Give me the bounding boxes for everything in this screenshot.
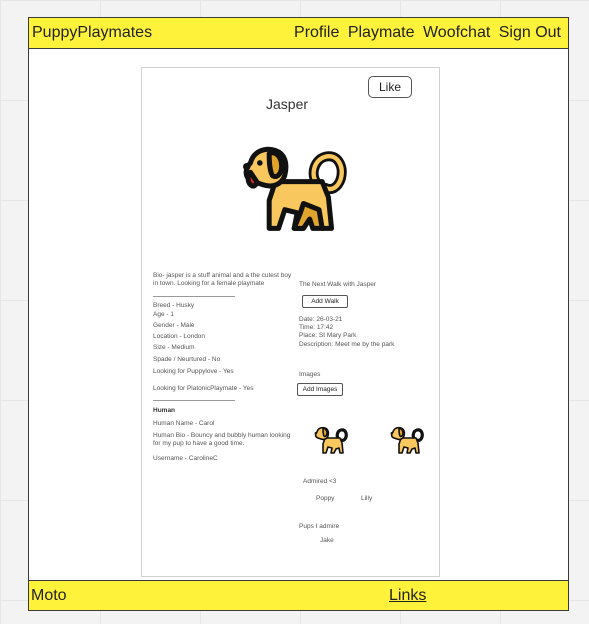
walk-time: Time: 17:42 — [299, 324, 334, 331]
admired-title: Admired <3 — [303, 478, 337, 485]
admired-lilly[interactable]: Lilly — [361, 495, 372, 503]
app-frame: PuppyPlaymates Profile Playmate Woofchat… — [28, 17, 569, 611]
profile-card: Like Jasper Bio- jasper is a stuff anima… — [141, 67, 440, 577]
looking-platonic: Looking for PlatonicPlaymate - Yes — [153, 385, 254, 392]
brand-logo[interactable]: PuppyPlaymates — [32, 24, 152, 42]
looking-puppylove: Looking for Puppylove - Yes — [153, 368, 234, 375]
footer-links[interactable]: Links — [389, 587, 426, 605]
walk-description: Description: Meet me by the park — [299, 341, 395, 348]
nav-sign-out[interactable]: Sign Out — [499, 24, 561, 41]
divider — [153, 296, 235, 297]
nav-profile[interactable]: Profile — [294, 24, 339, 41]
footer-bar: Moto Links — [29, 580, 568, 610]
admired-poppy[interactable]: Poppy — [316, 495, 334, 503]
detail-breed: Breed - Husky — [153, 302, 195, 309]
walk-title: The Next Walk with Jasper — [299, 281, 377, 288]
detail-location: Location - London — [153, 333, 206, 340]
add-walk-button[interactable]: Add Walk — [302, 295, 348, 308]
admire-jake[interactable]: Jake — [320, 537, 334, 545]
images-title: Images — [299, 371, 321, 378]
pups-i-admire-title: Pups I admire — [299, 523, 340, 530]
add-images-button[interactable]: Add Images — [297, 383, 343, 396]
dog-icon[interactable] — [312, 424, 348, 458]
walk-date: Date: 26-03-21 — [299, 316, 343, 323]
dog-name: Jasper — [266, 96, 309, 112]
header-bar: PuppyPlaymates Profile Playmate Woofchat… — [29, 18, 568, 49]
detail-gender: Gender - Male — [153, 322, 195, 329]
divider — [153, 400, 235, 401]
detail-age: Age - 1 — [153, 311, 174, 318]
dog-bio: Bio- jasper is a stuff animal and a the … — [153, 272, 292, 287]
dog-icon — [242, 146, 347, 231]
human-username: Username - CarolineC — [153, 455, 218, 462]
human-heading: Human — [153, 407, 176, 414]
dog-icon[interactable] — [388, 424, 424, 458]
main-nav: Profile Playmate Woofchat Sign Out — [290, 24, 561, 42]
human-bio: Human Bio - Bouncy and bubbly human look… — [153, 432, 291, 447]
walk-place: Place: St Mary Park — [299, 332, 357, 339]
detail-size: Size - Medium — [153, 344, 195, 351]
footer-moto: Moto — [31, 587, 67, 604]
detail-spayed: Spade / Neurtured - No — [153, 356, 221, 363]
nav-woofchat[interactable]: Woofchat — [423, 24, 490, 41]
nav-playmate[interactable]: Playmate — [348, 24, 415, 41]
human-name: Human Name - Carol — [153, 420, 215, 427]
like-button[interactable]: Like — [368, 76, 412, 98]
